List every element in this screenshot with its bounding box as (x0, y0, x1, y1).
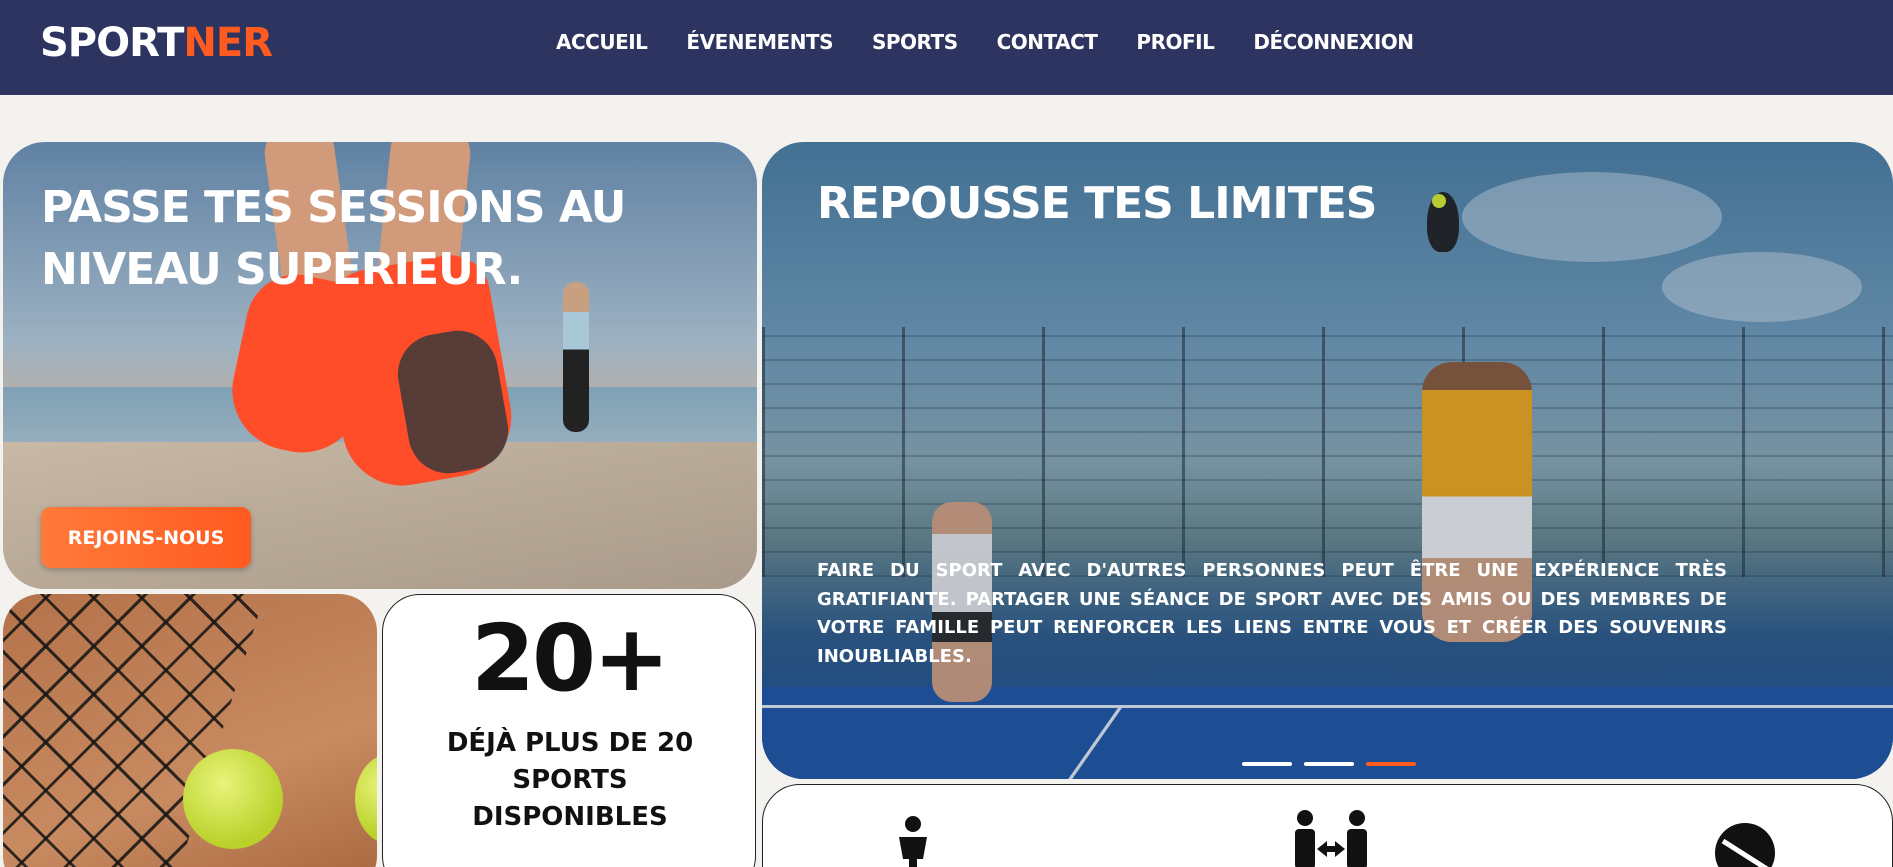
sports-count-card: 20+ DÉJÀ PLUS DE 20 SPORTS DISPONIBLES (382, 594, 756, 867)
people-exchange-icon (1295, 810, 1367, 867)
brand-logo[interactable]: SPORTNER (40, 20, 273, 66)
tennis-ball-image (183, 749, 283, 849)
nav-profil[interactable]: PROFIL (1136, 30, 1214, 54)
tennis-ball-image (355, 754, 377, 844)
carousel-dot-2[interactable] (1304, 762, 1354, 766)
nav-evenements[interactable]: ÉVENEMENTS (686, 30, 833, 54)
tennis-image-card (3, 594, 377, 867)
nav-accueil[interactable]: ACCUEIL (556, 30, 648, 54)
top-navbar: SPORTNER ACCUEIL ÉVENEMENTS SPORTS CONTA… (0, 0, 1893, 95)
hero-right-description: FAIRE DU SPORT AVEC D'AUTRES PERSONNES P… (817, 560, 1727, 667)
hero-padel-carousel: REPOUSSE TES LIMITES FAIRE DU SPORT AVEC… (762, 142, 1893, 779)
join-us-button[interactable]: REJOINS-NOUS (41, 507, 251, 568)
nav-contact[interactable]: CONTACT (997, 30, 1098, 54)
logo-part-ner: NER (183, 20, 273, 66)
distant-runner-image (563, 282, 589, 432)
sports-count-label: DÉJÀ PLUS DE 20 SPORTS DISPONIBLES (446, 728, 694, 832)
features-card (762, 784, 1893, 867)
hero-right-title: REPOUSSE TES LIMITES (817, 178, 1377, 229)
hero-left-title: PASSE TES SESSIONS AU NIVEAU SUPERIEUR. (41, 182, 626, 295)
person-icon (899, 816, 927, 867)
hero-running-card: PASSE TES SESSIONS AU NIVEAU SUPERIEUR. … (3, 142, 757, 589)
nav-sports[interactable]: SPORTS (872, 30, 958, 54)
sports-count-number: 20+ (470, 605, 670, 712)
logo-part-sport: SPORT (40, 20, 184, 66)
nav-deconnexion[interactable]: DÉCONNEXION (1253, 30, 1414, 54)
main-nav: ACCUEIL ÉVENEMENTS SPORTS CONTACT PROFIL… (556, 30, 1414, 54)
carousel-indicators (1242, 762, 1416, 766)
no-ball-icon (1715, 823, 1775, 867)
image-overlay (762, 142, 1893, 779)
carousel-dot-3[interactable] (1366, 762, 1416, 766)
carousel-dot-1[interactable] (1242, 762, 1292, 766)
